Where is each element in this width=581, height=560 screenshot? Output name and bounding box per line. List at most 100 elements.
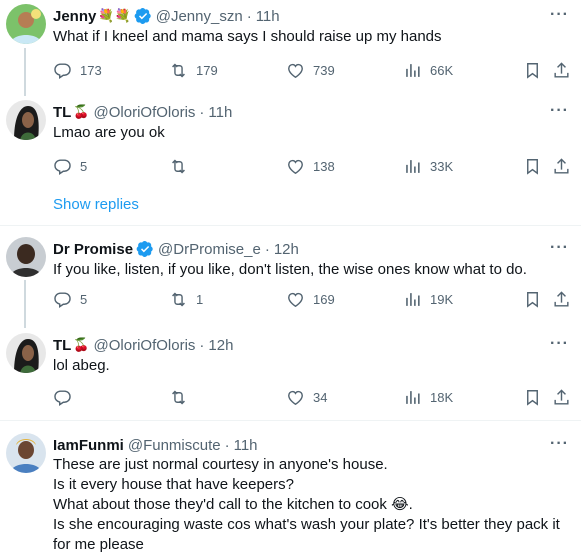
reply-icon: [54, 390, 71, 406]
tweet-text: Lmao are you ok: [53, 124, 165, 141]
separator-dot: ·: [199, 103, 205, 121]
name-emoji: 💐💐: [98, 8, 131, 23]
verified-badge-icon: [136, 240, 153, 258]
tweet-jenny[interactable]: Jenny 💐💐 @Jenny_szn · 11h ··· What if I …: [0, 0, 581, 90]
handle[interactable]: @Jenny_szn: [156, 8, 243, 25]
repost-button[interactable]: [169, 157, 196, 176]
share-button[interactable]: [552, 290, 571, 309]
like-button[interactable]: 34: [286, 388, 327, 407]
display-name[interactable]: TL: [53, 104, 71, 121]
like-count: 138: [313, 159, 335, 174]
more-icon[interactable]: ···: [550, 239, 569, 257]
timestamp[interactable]: 11h: [234, 437, 258, 454]
share-button[interactable]: [552, 157, 571, 176]
views-icon: [406, 293, 420, 306]
views-count: 19K: [430, 292, 454, 307]
share-icon: [554, 158, 569, 174]
share-icon: [554, 291, 569, 307]
reply-button[interactable]: 173: [53, 61, 102, 80]
name-emoji: 🍒: [73, 104, 90, 119]
views-icon: [406, 391, 420, 404]
repost-count: 1: [196, 292, 204, 307]
more-icon[interactable]: ···: [550, 335, 569, 353]
like-count: 169: [313, 292, 335, 307]
tweet-dr-promise[interactable]: Dr Promise @DrPromise_e · 12h ··· If you…: [0, 233, 581, 325]
like-button[interactable]: 138: [286, 157, 335, 176]
repost-icon: [172, 292, 185, 307]
separator-dot: ·: [199, 336, 205, 354]
views-button[interactable]: 18K: [403, 388, 453, 407]
share-icon: [554, 62, 569, 78]
like-icon: [288, 292, 303, 308]
views-count: 33K: [430, 159, 454, 174]
avatar-image: [6, 333, 46, 373]
separator-dot: ·: [224, 436, 230, 454]
avatar-image: [6, 237, 46, 277]
bookmark-button[interactable]: [523, 388, 542, 407]
bookmark-button[interactable]: [523, 61, 542, 80]
tweet-header: TL 🍒 @OloriOfOloris · 11h: [53, 102, 232, 122]
avatar[interactable]: [6, 4, 46, 44]
bookmark-icon: [527, 63, 538, 79]
views-count: 18K: [430, 390, 454, 405]
reply-icon: [54, 63, 71, 79]
tweet-header: TL 🍒 @OloriOfOloris · 12h: [53, 335, 233, 355]
like-button[interactable]: 739: [286, 61, 335, 80]
handle[interactable]: @OloriOfOloris: [94, 104, 196, 121]
views-button[interactable]: 19K: [403, 290, 453, 309]
repost-button[interactable]: 1: [169, 290, 203, 309]
bookmark-icon: [527, 159, 538, 175]
share-button[interactable]: [552, 388, 571, 407]
more-icon[interactable]: ···: [550, 435, 569, 453]
like-icon: [288, 159, 303, 175]
reply-count: 5: [80, 159, 88, 174]
divider: [0, 225, 581, 226]
avatar[interactable]: [6, 100, 46, 140]
avatar[interactable]: [6, 237, 46, 277]
repost-button[interactable]: 179: [169, 61, 218, 80]
handle[interactable]: @OloriOfOloris: [94, 337, 196, 354]
tweet-tl[interactable]: TL 🍒 @OloriOfOloris · 12h ··· lol abeg. …: [0, 329, 581, 417]
verified-badge-icon: [134, 7, 151, 25]
timestamp[interactable]: 12h: [274, 241, 299, 258]
display-name[interactable]: Dr Promise: [53, 241, 133, 258]
avatar-image: [6, 433, 46, 473]
more-icon[interactable]: ···: [550, 102, 569, 120]
avatar[interactable]: [6, 333, 46, 373]
like-count: 739: [313, 63, 335, 78]
repost-icon: [172, 159, 185, 174]
reply-button[interactable]: 5: [53, 290, 87, 309]
views-button[interactable]: 33K: [403, 157, 453, 176]
bookmark-button[interactable]: [523, 290, 542, 309]
tweet-tl[interactable]: TL 🍒 @OloriOfOloris · 11h ··· Lmao are y…: [0, 96, 581, 226]
timestamp[interactable]: 12h: [208, 337, 233, 354]
reply-button[interactable]: 5: [53, 157, 87, 176]
views-icon: [406, 160, 420, 173]
separator-dot: ·: [264, 240, 270, 258]
handle[interactable]: @DrPromise_e: [158, 241, 261, 258]
repost-icon: [172, 63, 185, 78]
reply-count: 5: [80, 292, 88, 307]
display-name[interactable]: Jenny: [53, 8, 96, 25]
like-button[interactable]: 169: [286, 290, 335, 309]
display-name[interactable]: TL: [53, 337, 71, 354]
show-replies-link[interactable]: Show replies: [53, 196, 139, 213]
repost-count: 179: [196, 63, 218, 78]
display-name[interactable]: IamFunmi: [53, 437, 124, 454]
name-emoji: 🍒: [73, 337, 90, 352]
avatar[interactable]: [6, 433, 46, 473]
repost-icon: [172, 390, 185, 405]
more-icon[interactable]: ···: [550, 6, 569, 24]
avatar-image: [6, 4, 46, 44]
views-button[interactable]: 66K: [403, 61, 453, 80]
timestamp[interactable]: 11h: [256, 8, 280, 25]
bookmark-button[interactable]: [523, 157, 542, 176]
tweet-iamfunmi[interactable]: IamFunmi @Funmiscute · 11h ··· These are…: [0, 429, 581, 560]
repost-button[interactable]: [169, 388, 196, 407]
share-button[interactable]: [552, 61, 571, 80]
reply-button[interactable]: [53, 388, 80, 407]
timestamp[interactable]: 11h: [208, 104, 232, 121]
handle[interactable]: @Funmiscute: [128, 437, 221, 454]
avatar-image: [6, 100, 46, 140]
share-icon: [554, 389, 569, 405]
